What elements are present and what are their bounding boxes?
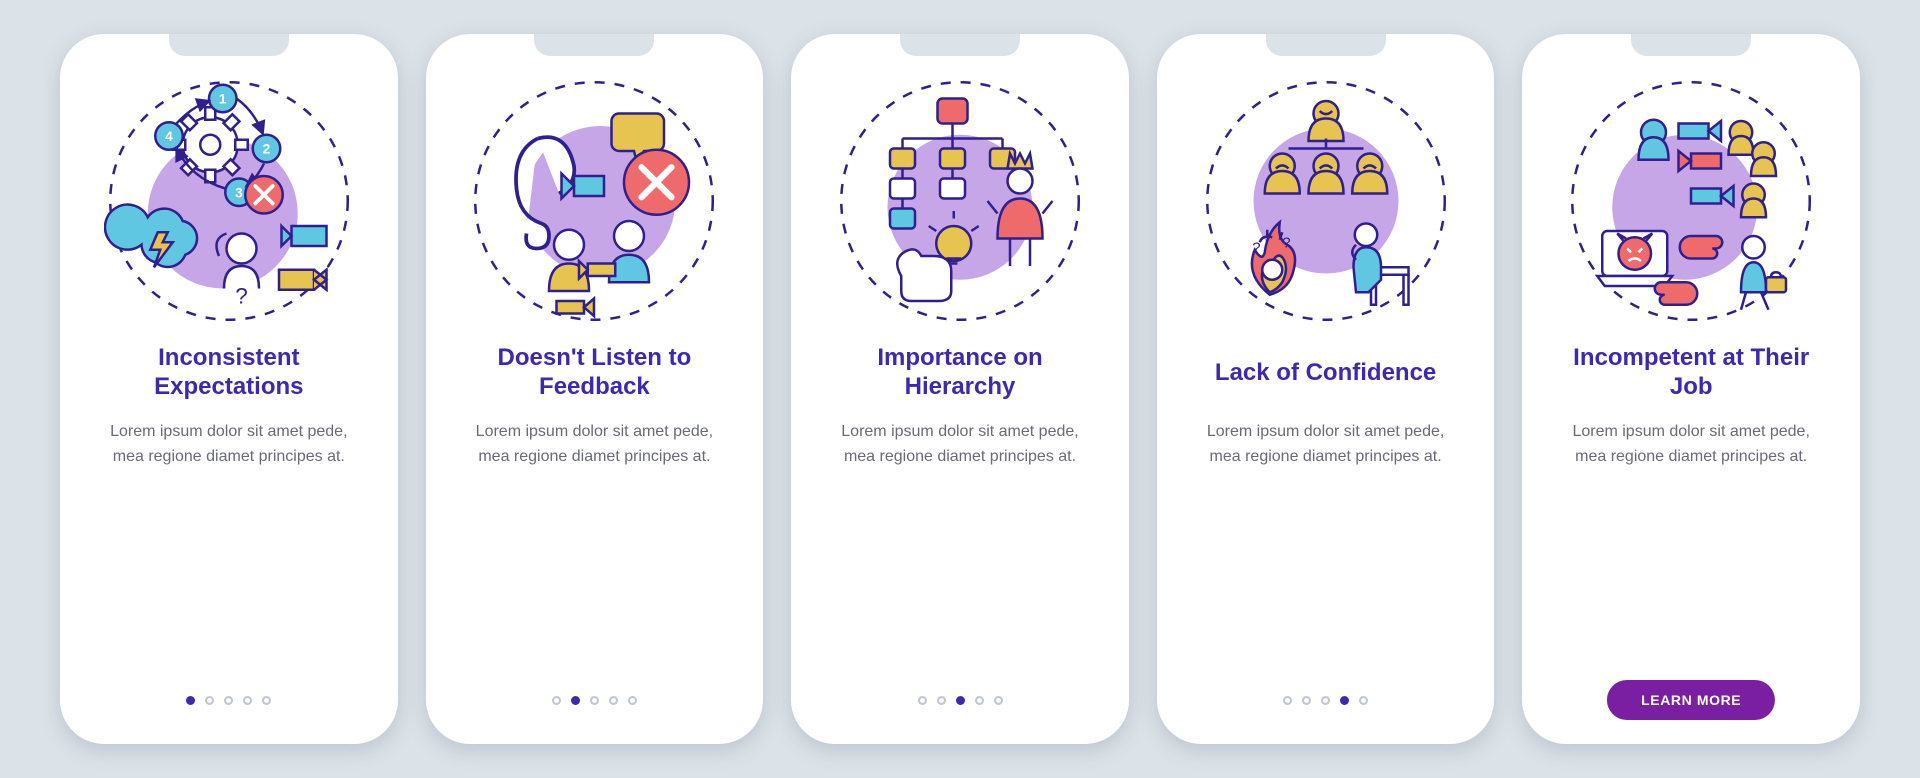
dot-1[interactable] [552, 696, 561, 705]
learn-more-button[interactable]: LEARN MORE [1607, 680, 1775, 720]
phone-notch [169, 34, 289, 56]
screen-description: Lorem ipsum dolor sit amet pede, mea reg… [1187, 420, 1465, 470]
dot-2[interactable] [1302, 696, 1311, 705]
screen-title: Importance on Hierarchy [821, 338, 1099, 408]
svg-text:?: ? [1252, 239, 1260, 256]
onboarding-screen-2: Doesn't Listen to Feedback Lorem ipsum d… [426, 34, 764, 744]
illustration-lack-confidence: ? ? [1201, 76, 1451, 326]
dot-4[interactable] [609, 696, 618, 705]
dot-5[interactable] [628, 696, 637, 705]
dot-3[interactable] [1321, 696, 1330, 705]
illustration-incompetent [1566, 76, 1816, 326]
dot-1[interactable] [186, 696, 195, 705]
screen-description: Lorem ipsum dolor sit amet pede, mea reg… [1552, 420, 1830, 470]
dot-4[interactable] [1340, 696, 1349, 705]
dot-2[interactable] [205, 696, 214, 705]
dot-4[interactable] [243, 696, 252, 705]
phone-notch [1631, 34, 1751, 56]
screen-title: Inconsistent Expectations [90, 338, 368, 408]
page-indicator [1283, 694, 1368, 706]
screen-title: Doesn't Listen to Feedback [456, 338, 734, 408]
svg-text:3: 3 [235, 185, 243, 200]
dot-5[interactable] [994, 696, 1003, 705]
onboarding-screen-4: ? ? Lack of Confidence Lorem ipsum dolor… [1157, 34, 1495, 744]
page-indicator [186, 694, 271, 706]
page-indicator [918, 694, 1003, 706]
illustration-hierarchy [835, 76, 1085, 326]
dot-4[interactable] [975, 696, 984, 705]
screen-title: Lack of Confidence [1209, 338, 1442, 408]
onboarding-screen-5: Incompetent at Their Job Lorem ipsum dol… [1522, 34, 1860, 744]
phone-notch [900, 34, 1020, 56]
onboarding-screen-3: Importance on Hierarchy Lorem ipsum dolo… [791, 34, 1129, 744]
dot-5[interactable] [262, 696, 271, 705]
screen-description: Lorem ipsum dolor sit amet pede, mea reg… [456, 420, 734, 470]
dot-3[interactable] [224, 696, 233, 705]
illustration-no-feedback [469, 76, 719, 326]
page-indicator [552, 694, 637, 706]
onboarding-screen-1: 1 2 3 4 ? [60, 34, 398, 744]
dot-3[interactable] [956, 696, 965, 705]
svg-text:?: ? [235, 284, 248, 309]
screen-title: Incompetent at Their Job [1552, 338, 1830, 408]
dot-1[interactable] [1283, 696, 1292, 705]
phone-notch [534, 34, 654, 56]
svg-text:1: 1 [219, 92, 227, 107]
dot-2[interactable] [937, 696, 946, 705]
phone-notch [1266, 34, 1386, 56]
dot-5[interactable] [1359, 696, 1368, 705]
dot-2[interactable] [571, 696, 580, 705]
dot-1[interactable] [918, 696, 927, 705]
dot-3[interactable] [590, 696, 599, 705]
svg-text:?: ? [1282, 234, 1290, 251]
screen-description: Lorem ipsum dolor sit amet pede, mea reg… [90, 420, 368, 470]
svg-text:2: 2 [262, 142, 270, 157]
svg-text:4: 4 [165, 129, 173, 144]
screen-description: Lorem ipsum dolor sit amet pede, mea reg… [821, 420, 1099, 470]
illustration-inconsistent-expectations: 1 2 3 4 ? [104, 76, 354, 326]
